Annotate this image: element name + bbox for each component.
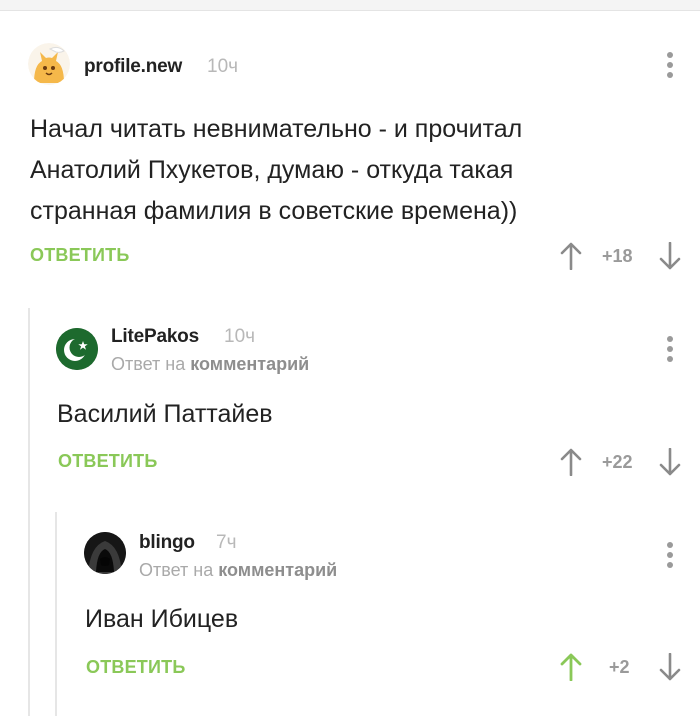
- arrow-down-icon[interactable]: [659, 242, 681, 270]
- comment-text: Иван Ибицев: [85, 605, 239, 633]
- comment-text: Василий Паттайев: [57, 400, 273, 428]
- reply-button[interactable]: ОТВЕТИТЬ: [86, 657, 185, 678]
- reply-to-label[interactable]: Ответ на комментарий: [139, 560, 337, 581]
- comment-2: LitePakos 10ч Ответ на комментарий Васил…: [0, 290, 700, 500]
- hooded-figure-avatar-icon: [84, 532, 126, 574]
- cat-avatar-icon: [28, 43, 70, 85]
- reply-to-label[interactable]: Ответ на комментарий: [111, 354, 309, 375]
- timestamp: 10ч: [224, 326, 256, 347]
- timestamp: 7ч: [216, 532, 237, 553]
- arrow-up-icon[interactable]: [560, 653, 582, 681]
- username[interactable]: LitePakos: [111, 326, 199, 348]
- avatar[interactable]: [84, 532, 126, 574]
- comment-text: Начал читать невнимательно - и прочитал …: [30, 115, 523, 225]
- arrow-down-icon[interactable]: [659, 653, 681, 681]
- reply-button[interactable]: ОТВЕТИТЬ: [58, 451, 157, 472]
- username[interactable]: profile.new: [84, 56, 182, 78]
- rating-count: +22: [602, 452, 633, 472]
- rating-count: +2: [609, 657, 630, 677]
- rating-count: +18: [602, 246, 633, 266]
- arrow-up-icon[interactable]: [560, 242, 582, 270]
- reply-to-prefix: Ответ на: [111, 354, 186, 374]
- username[interactable]: blingo: [139, 532, 195, 554]
- more-vertical-icon[interactable]: [665, 52, 675, 82]
- reply-to-target[interactable]: комментарий: [190, 354, 309, 374]
- reply-to-prefix: Ответ на: [139, 560, 214, 580]
- crescent-star-avatar-icon: [56, 328, 98, 370]
- avatar[interactable]: [28, 43, 70, 85]
- comment-1: profile.new 10ч Начал читать невниматель…: [0, 0, 700, 290]
- timestamp: 10ч: [207, 56, 239, 77]
- arrow-down-icon[interactable]: [659, 448, 681, 476]
- avatar[interactable]: [56, 328, 98, 370]
- comment-3: blingo 7ч Ответ на комментарий Иван Ибиц…: [0, 500, 700, 716]
- more-vertical-icon[interactable]: [665, 542, 675, 572]
- reply-button[interactable]: ОТВЕТИТЬ: [30, 245, 129, 266]
- reply-to-target[interactable]: комментарий: [218, 560, 337, 580]
- arrow-up-icon[interactable]: [560, 448, 582, 476]
- more-vertical-icon[interactable]: [665, 336, 675, 366]
